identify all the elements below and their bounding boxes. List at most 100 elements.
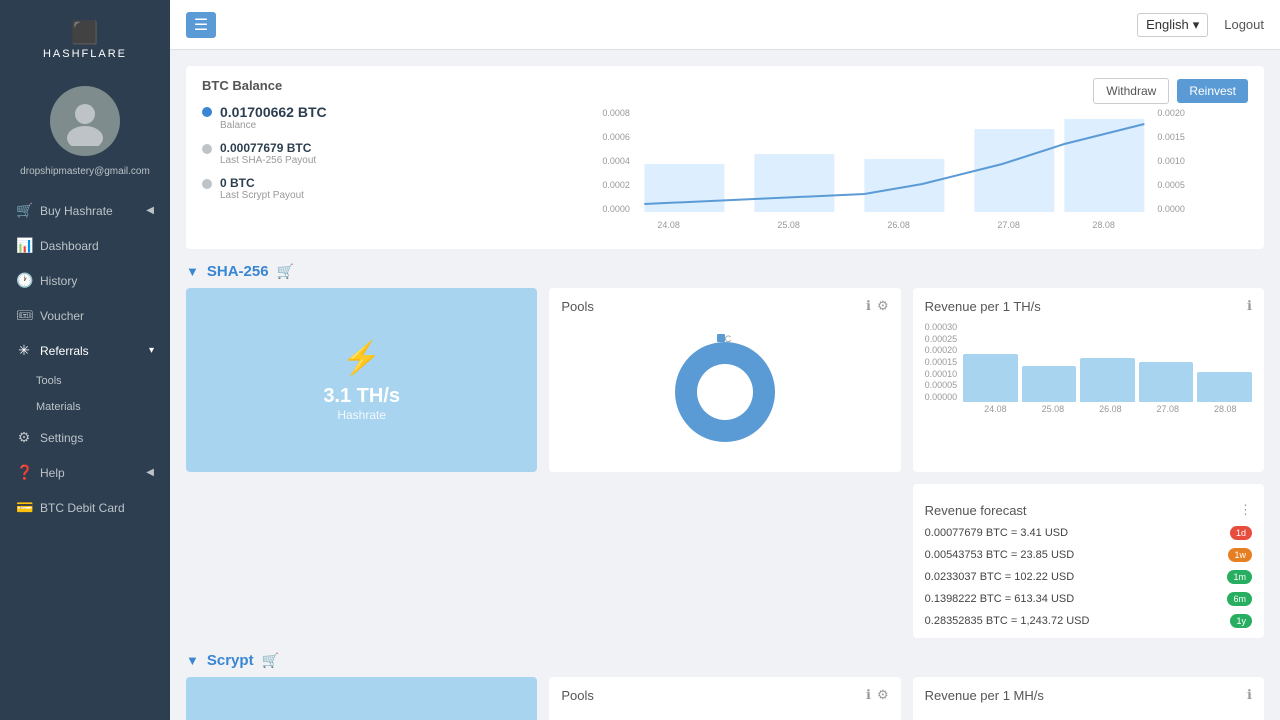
scrypt-amount: 0 BTC [220, 176, 304, 190]
scrypt-header: ▼ Scrypt 🛒 [186, 652, 1264, 669]
scrypt-section: ▼ Scrypt 🛒 Pools ℹ ⚙ [186, 652, 1264, 720]
bar-5 [1197, 372, 1252, 402]
sidebar-item-dashboard[interactable]: 📊 Dashboard [0, 228, 170, 263]
scrypt-settings-icon[interactable]: ⚙ [877, 687, 889, 703]
revenue-bar-chart: 0.00030 0.00025 0.00020 0.00015 0.00010 … [925, 322, 1252, 414]
voucher-label: Voucher [40, 309, 84, 323]
pools-donut-svg: BC [665, 332, 785, 452]
sha256-cart-icon: 🛒 [277, 263, 294, 280]
sha256-second-row: Revenue forecast ⋮ 0.00077679 BTC = 3.41… [186, 492, 1264, 638]
revenue-title: Revenue per 1 TH/s [925, 299, 1041, 314]
y-label-1: 0.00030 [925, 322, 958, 332]
svg-text:0.0008: 0.0008 [603, 108, 631, 118]
btc-balance-top: BTC Balance Withdraw Reinvest [202, 78, 1248, 104]
withdraw-button[interactable]: Withdraw [1093, 78, 1169, 104]
language-dropdown-icon: ▾ [1193, 17, 1200, 33]
topbar: ☰ English ▾ Logout [170, 0, 1280, 50]
scrypt-revenue-card: Revenue per 1 MH/s ℹ [913, 677, 1264, 720]
sidebar-item-referrals[interactable]: ✳ Referrals ▾ [0, 333, 170, 368]
forecast-info-icon[interactable]: ⋮ [1239, 502, 1252, 518]
balance-dot-sha256 [202, 144, 212, 154]
hamburger-button[interactable]: ☰ [186, 12, 216, 38]
scrypt-title: Scrypt [207, 652, 254, 669]
balance-main: 0.01700662 BTC Balance [220, 104, 327, 131]
dashboard-label: Dashboard [40, 239, 99, 253]
x-label-5: 28.08 [1199, 404, 1252, 414]
forecast-title: Revenue forecast [925, 503, 1027, 518]
svg-text:0.0002: 0.0002 [603, 180, 631, 190]
balance-amount: 0.01700662 BTC [220, 104, 327, 120]
y-label-4: 0.00015 [925, 357, 958, 367]
svg-text:28.08: 28.08 [1093, 220, 1116, 230]
sha256-label: Last SHA-256 Payout [220, 155, 316, 166]
scrypt-grid: Pools ℹ ⚙ Revenue per 1 MH/s ℹ [186, 677, 1264, 720]
forecast-text-1d: 0.00077679 BTC = 3.41 USD [925, 527, 1068, 539]
sha256-collapse-icon[interactable]: ▼ [186, 264, 199, 279]
sidebar-item-help[interactable]: ❓ Help ◀ [0, 455, 170, 490]
scrypt-info-icon[interactable]: ℹ [866, 687, 871, 703]
forecast-badge-1m: 1m [1227, 570, 1252, 584]
scrypt-pools-actions: ℹ ⚙ [866, 687, 889, 703]
btc-balance-actions: Withdraw Reinvest [1093, 78, 1248, 104]
language-selector[interactable]: English ▾ [1137, 13, 1208, 37]
btc-debit-icon: 💳 [16, 499, 32, 516]
scrypt-pools-title: Pools [561, 688, 594, 703]
page-content: BTC Balance Withdraw Reinvest 0.01700662… [170, 50, 1280, 720]
forecast-row-1d: 0.00077679 BTC = 3.41 USD 1d [925, 526, 1252, 540]
buy-hashrate-arrow: ◀ [146, 205, 154, 216]
bar-3 [1080, 358, 1135, 402]
forecast-row-1m: 0.0233037 BTC = 102.22 USD 1m [925, 570, 1252, 584]
scrypt-revenue-info-icon[interactable]: ℹ [1247, 687, 1252, 703]
balance-row-main: 0.01700662 BTC Balance [202, 104, 547, 131]
tools-label: Tools [36, 375, 62, 387]
settings-icon: ⚙ [16, 429, 32, 446]
scrypt-collapse-icon[interactable]: ▼ [186, 653, 199, 668]
pools-settings-icon[interactable]: ⚙ [877, 298, 889, 314]
forecast-row-1y: 0.28352835 BTC = 1,243.72 USD 1y [925, 614, 1252, 628]
logout-button[interactable]: Logout [1224, 17, 1264, 32]
language-label: English [1146, 17, 1189, 32]
referrals-arrow: ▾ [149, 345, 154, 356]
sidebar-item-settings[interactable]: ⚙ Settings [0, 420, 170, 455]
referrals-label: Referrals [40, 344, 89, 358]
reinvest-button[interactable]: Reinvest [1177, 79, 1248, 103]
pools-title: Pools [561, 299, 594, 314]
btc-balance-title: BTC Balance [202, 78, 282, 93]
sidebar-item-btc-debit-card[interactable]: 💳 BTC Debit Card [0, 490, 170, 525]
forecast-badge-1y: 1y [1230, 614, 1252, 628]
sha256-hashrate-value: 3.1 TH/s [323, 385, 400, 408]
logo-icon: ⬛ [43, 20, 127, 46]
forecast-rows: 0.00077679 BTC = 3.41 USD 1d 0.00543753 … [925, 526, 1252, 628]
balance-dot-main [202, 107, 212, 117]
topbar-right: English ▾ Logout [1137, 13, 1264, 37]
history-label: History [40, 274, 77, 288]
sidebar: ⬛ HASHFLARE dropshipmastery@gmail.com 🛒 … [0, 0, 170, 720]
bar-2 [1022, 366, 1077, 402]
scrypt-pools-header: Pools ℹ ⚙ [561, 687, 888, 703]
sidebar-subitem-tools[interactable]: Tools [0, 368, 170, 394]
sidebar-item-history[interactable]: 🕐 History [0, 263, 170, 298]
sidebar-item-voucher[interactable]: 🎟 Voucher [0, 298, 170, 333]
sidebar-item-buy-hashrate[interactable]: 🛒 Buy Hashrate ◀ [0, 193, 170, 228]
pools-info-icon[interactable]: ℹ [866, 298, 871, 314]
scrypt-cart-icon: 🛒 [262, 652, 279, 669]
svg-text:0.0004: 0.0004 [603, 156, 631, 166]
avatar [50, 86, 120, 156]
y-label-7: 0.00000 [925, 392, 958, 402]
bar-chart-inner: 0.00030 0.00025 0.00020 0.00015 0.00010 … [925, 322, 1252, 402]
buy-hashrate-label: Buy Hashrate [40, 204, 113, 218]
sidebar-subitem-materials[interactable]: Materials [0, 394, 170, 420]
sha256-pools-card: Pools ℹ ⚙ BC [549, 288, 900, 472]
y-label-3: 0.00020 [925, 345, 958, 355]
svg-text:25.08: 25.08 [778, 220, 801, 230]
balance-sha256: 0.00077679 BTC Last SHA-256 Payout [220, 141, 316, 166]
bar-y-axis: 0.00030 0.00025 0.00020 0.00015 0.00010 … [925, 322, 960, 402]
main-content: ☰ English ▾ Logout BTC Balance Withdraw … [170, 0, 1280, 720]
forecast-text-1y: 0.28352835 BTC = 1,243.72 USD [925, 615, 1090, 627]
revenue-info-icon[interactable]: ℹ [1247, 298, 1252, 314]
balance-row-scrypt: 0 BTC Last Scrypt Payout [202, 176, 547, 201]
forecast-header: Revenue forecast ⋮ [925, 502, 1252, 518]
y-label-5: 0.00010 [925, 369, 958, 379]
materials-label: Materials [36, 401, 81, 413]
user-avatar-icon [60, 96, 110, 146]
